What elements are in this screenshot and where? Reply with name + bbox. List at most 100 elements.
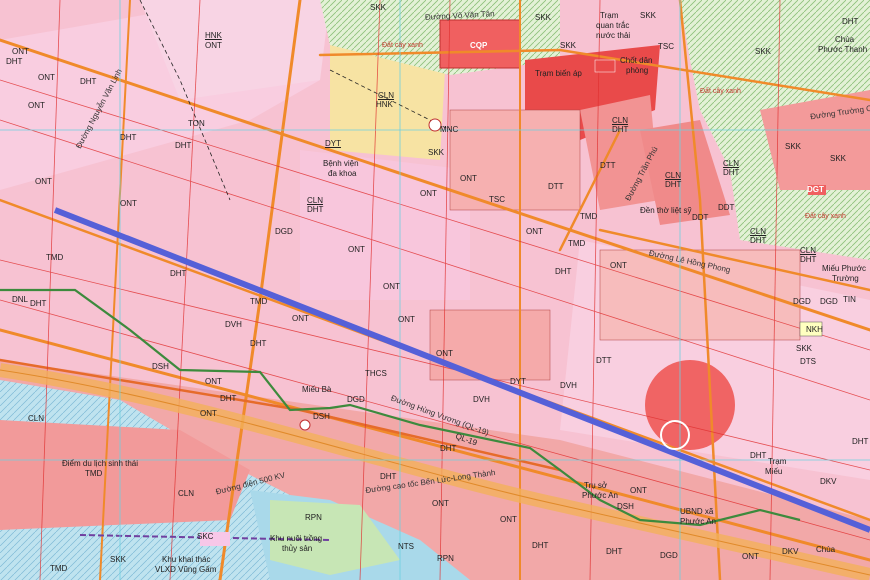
label-dgd-4: DGD [660, 551, 678, 560]
label-rpn-1: RPN [305, 513, 322, 522]
label-ont-b: ONT [38, 73, 55, 82]
label-cln-8: CLN [28, 414, 45, 423]
label-ont-d: ONT [35, 177, 52, 186]
label-dht-o: DHT [842, 17, 859, 26]
label-dvh-1: DVH [225, 320, 242, 329]
label-dsh-2: DSH [313, 412, 330, 421]
label-nts: NTS [398, 542, 414, 551]
label-dht-3: DHT [723, 168, 740, 177]
label-ont-q: ONT [630, 486, 647, 495]
label-khu-khai-thac-2: VLXD Vũng Gấm [155, 565, 217, 574]
label-skx: SKK [796, 344, 813, 353]
label-tmd-6: TMD [50, 564, 68, 573]
label-tsc-2: TSC [489, 195, 505, 204]
label-chua: Chùa [816, 545, 836, 554]
label-tmd-2: TMD [250, 297, 268, 306]
label-cln-2: CLN [665, 171, 682, 180]
label-dnl: DNL [12, 295, 29, 304]
label-dht-e: DHT [170, 269, 187, 278]
label-tram-quan-trac-1: Trạm [600, 11, 619, 20]
label-dht-i: DHT [380, 472, 397, 481]
label-skc: SKC [197, 532, 214, 541]
label-mieu: Miếu [765, 467, 783, 476]
label-cln-6: CLN [307, 196, 324, 205]
label-ont-f: ONT [348, 245, 365, 254]
label-dht-6: DHT [307, 205, 324, 214]
label-ubnd-1: UBND xã [680, 507, 714, 516]
label-mieu-ba: Miếu Bà [302, 385, 332, 394]
label-cln-7: CLN [178, 489, 195, 498]
label-hnk-yellow: HNK [376, 100, 393, 109]
label-dgt: DGT [807, 185, 824, 194]
label-dht-a: DHT [6, 57, 23, 66]
label-benh-vien-2: đa khoa [328, 169, 357, 178]
label-mnc: MNC [440, 125, 459, 134]
label-skk-8: SKK [110, 555, 127, 564]
label-dtt-2: DTT [548, 182, 564, 191]
label-dht-cln: DHT [612, 125, 629, 134]
label-mieu-phuoc-truong-2: Trường [832, 274, 859, 283]
label-dtt-3: DTT [596, 356, 612, 365]
label-skk-3: SKK [640, 11, 657, 20]
label-cln-3: CLN [723, 159, 740, 168]
label-dht-2: DHT [665, 180, 682, 189]
label-tmd-3: TMD [568, 239, 586, 248]
label-dat-cay-xanh-2: Đất cây xanh [700, 88, 741, 95]
label-ont-j: ONT [436, 349, 453, 358]
label-tram-bien-ap: Trạm biến áp [535, 69, 582, 78]
label-ont-k: ONT [420, 189, 437, 198]
land-use-map[interactable]: SKK Đường Võ Văn Tân SKK SKK SKK SKK SKK… [0, 0, 870, 580]
label-cln-5: CLN [800, 246, 817, 255]
label-tru-so-1: Trụ sở [584, 481, 608, 490]
label-dht-j: DHT [555, 267, 572, 276]
label-ddt: DDT [718, 203, 735, 212]
label-dkv-1: DKV [820, 477, 837, 486]
label-skk-4: SKK [560, 41, 577, 50]
label-tram-xe: Trạm [768, 457, 787, 466]
label-khu-khai-thac-1: Khu khai thác [162, 555, 211, 564]
label-tmd-5: TMD [85, 469, 103, 478]
label-ont-m: ONT [200, 409, 217, 418]
label-dht-p: DHT [440, 444, 457, 453]
label-skk-2: SKK [535, 13, 552, 22]
label-khu-du-lich: Điểm du lịch sinh thái [62, 459, 139, 468]
label-dsh-1: DSH [152, 362, 169, 371]
label-skk-9: SKK [428, 148, 445, 157]
label-tmd-1: TMD [46, 253, 64, 262]
label-khu-nuoi-trong-2: thủy sản [282, 544, 313, 553]
label-ont-h: ONT [398, 315, 415, 324]
label-ont-p: ONT [432, 499, 449, 508]
label-dht-c: DHT [120, 133, 137, 142]
label-khu-nuoi-trong-1: Khu nuôi trồng [270, 534, 323, 543]
label-ont-a: ONT [12, 47, 29, 56]
label-dht-n: DHT [750, 451, 767, 460]
label-benh-vien-1: Bệnh viện [323, 159, 359, 168]
zone-dvh-round [645, 360, 735, 450]
label-dvh-3: DVH [473, 395, 490, 404]
label-den-tho: Đền thờ liệt sỹ [640, 206, 692, 215]
label-dht-g: DHT [250, 339, 267, 348]
label-hnk: HNK [205, 31, 222, 40]
label-dat-cay-xanh-1: Đất cây xanh [382, 42, 423, 49]
label-dvh-2: DVH [560, 381, 577, 390]
label-mieu-phuoc-truong-1: Miếu Phước [822, 264, 866, 273]
label-ont-l: ONT [526, 227, 543, 236]
label-dgd-1: DGD [820, 297, 838, 306]
label-dts: DTS [800, 357, 816, 366]
label-cqp: CQP [470, 41, 488, 50]
map-base [0, 0, 870, 580]
label-chua-phuoc-thanh-2: Phước Thanh [818, 45, 868, 54]
label-dht-f: DHT [30, 299, 47, 308]
label-dgd-2: DGD [275, 227, 293, 236]
label-chua-phuoc-thanh-1: Chùa [835, 35, 855, 44]
label-skk-6: SKK [785, 142, 802, 151]
label-tmd-4: TMD [580, 212, 598, 221]
label-ont-hnk: ONT [205, 41, 222, 50]
label-ont-i: ONT [292, 314, 309, 323]
label-ont-s: ONT [610, 261, 627, 270]
label-dgd-3: DGD [347, 395, 365, 404]
label-dyt: DYT [325, 139, 341, 148]
label-dyt-2: DYT [510, 377, 526, 386]
label-skk-1: SKK [370, 3, 387, 12]
label-tin: TIN [843, 295, 856, 304]
